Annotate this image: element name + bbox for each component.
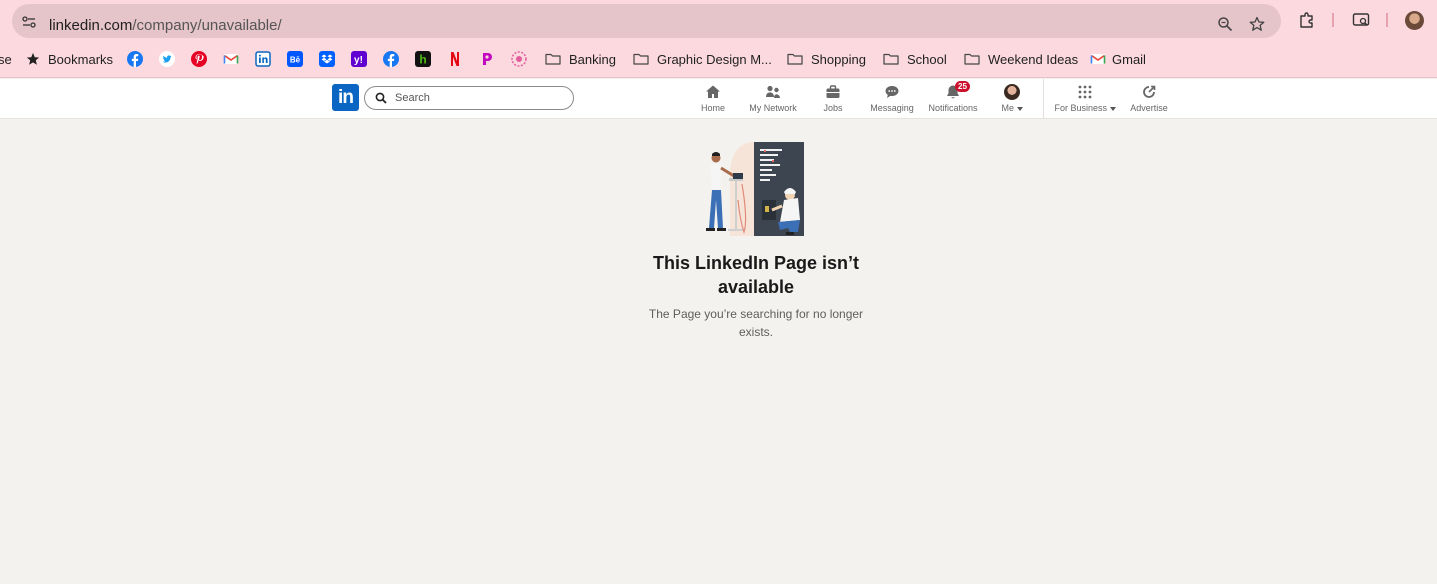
bookmark-folder-graphic-design[interactable]: Graphic Design M... [657,52,772,67]
toolbar-separator [1332,13,1334,27]
nav-jobs-label: Jobs [823,103,843,113]
nav-advertise-label: Advertise [1130,103,1168,113]
nav-messaging-label: Messaging [870,103,914,113]
search-icon [375,92,387,104]
page-unavailable-illustration [706,142,804,236]
nav-home-label: Home [700,103,725,113]
page-subtitle: The Page you’re searching for no longer … [648,307,864,339]
facebook-icon[interactable] [383,51,399,67]
dropbox-icon[interactable] [319,51,335,67]
nav-for-business-label: For Business [1052,103,1118,113]
nav-me[interactable]: Me [996,84,1028,118]
bookmark-partial[interactable]: se [0,52,12,67]
me-avatar [1004,84,1020,100]
tab-search-icon[interactable] [1352,11,1370,29]
nav-my-network[interactable]: My Network [746,84,800,118]
zoom-icon[interactable] [1217,16,1233,32]
search-box[interactable] [364,86,574,110]
houzz-icon[interactable]: h [415,51,431,67]
svg-text:y!: y! [354,55,363,66]
page-title: This LinkedIn Page isn’t available [652,253,860,297]
browser-toolbar: linkedin.com/company/unavailable/ [0,0,1437,42]
linkedin-icon[interactable] [255,51,271,67]
site-settings-icon[interactable] [22,16,36,28]
nav-notifications-label: Notifications [928,103,978,113]
bookmarks-label[interactable]: Bookmarks [48,52,113,67]
flower-app-icon[interactable] [511,51,527,67]
profile-avatar[interactable] [1405,11,1424,30]
gmail-icon[interactable] [223,51,239,67]
twitter-icon[interactable] [159,51,175,67]
folder-icon [787,53,803,65]
folder-icon [545,53,561,65]
caret-down-icon [1109,106,1116,111]
briefcase-icon [826,85,840,98]
nav-me-label: Me [996,103,1028,113]
picsart-icon[interactable] [479,51,495,67]
bookmark-star-icon[interactable] [1249,16,1265,32]
for-business-text: For Business [1054,103,1107,113]
notifications-badge: 25 [955,81,970,92]
nav-notifications[interactable]: 25 Notifications [925,81,981,118]
toolbar-separator [1386,13,1388,27]
yahoo-icon[interactable]: y! [351,51,367,67]
grid-icon [1078,85,1092,99]
caret-down-icon [1016,106,1023,111]
nav-divider [1043,79,1044,119]
folder-icon [883,53,899,65]
bookmark-folder-school[interactable]: School [907,52,947,67]
chat-icon [885,86,899,98]
bookmark-gmail[interactable]: Gmail [1112,52,1146,67]
address-bar[interactable]: linkedin.com/company/unavailable/ [12,4,1281,38]
svg-text:Bē: Bē [290,56,301,65]
linkedin-logo[interactable]: in [332,84,359,111]
nav-jobs[interactable]: Jobs [820,84,846,118]
url-text[interactable]: linkedin.com/company/unavailable/ [49,17,282,34]
bookmark-folder-banking[interactable]: Banking [569,52,616,67]
extensions-icon[interactable] [1298,11,1316,29]
folder-icon [633,53,649,65]
url-path: /company/unavailable/ [132,17,282,34]
advertise-icon [1143,85,1156,98]
home-icon [706,85,720,98]
search-input[interactable] [395,90,565,106]
bookmarks-bar: se Bookmarks Bē y! h Banking Graphic Des… [0,42,1437,78]
nav-for-business[interactable]: For Business [1052,84,1118,118]
nav-home[interactable]: Home [698,84,728,118]
behance-icon[interactable]: Bē [287,51,303,67]
me-label-text: Me [1001,103,1014,113]
netflix-icon[interactable] [447,51,463,67]
url-host: linkedin.com [49,17,133,34]
gmail-icon[interactable] [1090,51,1106,67]
nav-messaging[interactable]: Messaging [868,84,916,118]
nav-my-network-label: My Network [749,103,797,113]
bookmark-folder-shopping[interactable]: Shopping [811,52,866,67]
folder-icon [964,53,980,65]
nav-advertise[interactable]: Advertise [1128,84,1170,118]
people-icon [766,85,780,98]
pinterest-icon[interactable] [191,51,207,67]
bookmarks-star-icon[interactable] [26,52,40,66]
linkedin-global-nav: in Home My Network Jobs Messaging 25 Not… [0,79,1437,119]
svg-text:h: h [419,53,426,67]
facebook-icon[interactable] [127,51,143,67]
bookmark-folder-weekend-ideas[interactable]: Weekend Ideas [988,52,1078,67]
